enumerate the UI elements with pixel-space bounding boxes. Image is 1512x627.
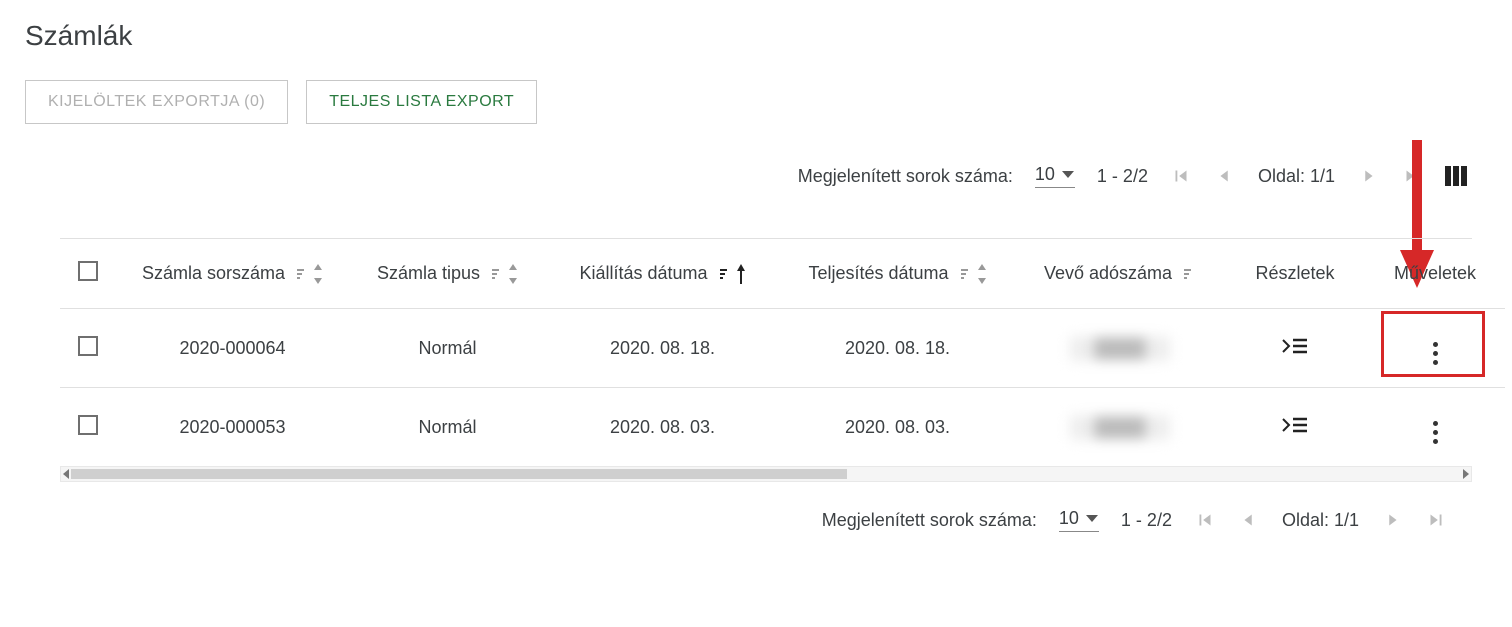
- col-header-details-label: Részletek: [1255, 263, 1334, 283]
- scroll-left-icon: [63, 469, 69, 479]
- details-button[interactable]: [1282, 336, 1308, 356]
- rows-per-page-value: 10: [1059, 508, 1079, 529]
- page-indicator: Oldal: 1/1: [1282, 510, 1359, 531]
- cell-fulfil-date: 2020. 08. 03.: [780, 388, 1015, 467]
- rows-range: 1 - 2/2: [1097, 166, 1148, 187]
- sort-icon: [295, 264, 323, 284]
- cell-number: 2020-000064: [115, 309, 350, 388]
- scroll-thumb[interactable]: [71, 469, 847, 479]
- col-header-actions-label: Műveletek: [1394, 263, 1476, 283]
- row-checkbox[interactable]: [78, 415, 98, 435]
- next-page-button[interactable]: [1357, 165, 1379, 187]
- horizontal-scrollbar[interactable]: [60, 466, 1472, 482]
- cell-number: 2020-000053: [115, 388, 350, 467]
- first-page-button[interactable]: [1170, 165, 1192, 187]
- dropdown-icon: [1085, 514, 1099, 524]
- sort-icon: [1182, 265, 1196, 283]
- row-actions-button[interactable]: [1433, 342, 1438, 365]
- cell-fulfil-date: 2020. 08. 18.: [780, 309, 1015, 388]
- col-header-number[interactable]: Számla sorszáma: [115, 239, 350, 309]
- prev-page-button[interactable]: [1238, 509, 1260, 531]
- cell-buyer-tax: ████: [1070, 415, 1169, 440]
- rows-per-page-value: 10: [1035, 164, 1055, 185]
- col-header-actions: Műveletek: [1365, 239, 1505, 309]
- scroll-right-icon: [1463, 469, 1469, 479]
- table-row: 2020-000064 Normál 2020. 08. 18. 2020. 0…: [60, 309, 1505, 388]
- rows-range: 1 - 2/2: [1121, 510, 1172, 531]
- col-header-fulfil-date[interactable]: Teljesítés dátuma: [780, 239, 1015, 309]
- column-chooser-button[interactable]: [1445, 166, 1467, 186]
- sort-icon: [718, 264, 746, 284]
- last-page-button[interactable]: [1425, 509, 1447, 531]
- details-button[interactable]: [1282, 415, 1308, 435]
- col-header-issue-date-label: Kiállítás dátuma: [579, 263, 707, 284]
- cell-issue-date: 2020. 08. 03.: [545, 388, 780, 467]
- col-header-buyer-tax-label: Vevő adószáma: [1044, 263, 1172, 284]
- col-header-details: Részletek: [1225, 239, 1365, 309]
- col-header-type-label: Számla tipus: [377, 263, 480, 284]
- invoices-table: Számla sorszáma Számla tipus Kiállítás d…: [60, 239, 1505, 466]
- rows-per-page-label: Megjelenített sorok száma:: [822, 510, 1037, 531]
- export-all-button[interactable]: TELJES LISTA EXPORT: [306, 80, 537, 124]
- row-checkbox[interactable]: [78, 336, 98, 356]
- page-indicator: Oldal: 1/1: [1258, 166, 1335, 187]
- col-header-fulfil-date-label: Teljesítés dátuma: [808, 263, 948, 284]
- export-selected-button: KIJELÖLTEK EXPORTJA (0): [25, 80, 288, 124]
- next-page-button[interactable]: [1381, 509, 1403, 531]
- last-page-button[interactable]: [1401, 165, 1423, 187]
- rows-per-page-select[interactable]: 10: [1059, 508, 1099, 532]
- page-title: Számlák: [25, 20, 1487, 52]
- prev-page-button[interactable]: [1214, 165, 1236, 187]
- col-header-buyer-tax[interactable]: Vevő adószáma: [1015, 239, 1225, 309]
- col-header-type[interactable]: Számla tipus: [350, 239, 545, 309]
- row-actions-button[interactable]: [1433, 421, 1438, 444]
- dropdown-icon: [1061, 170, 1075, 180]
- cell-buyer-tax: ████: [1070, 336, 1169, 361]
- rows-per-page-select[interactable]: 10: [1035, 164, 1075, 188]
- sort-icon: [959, 264, 987, 284]
- first-page-button[interactable]: [1194, 509, 1216, 531]
- col-header-number-label: Számla sorszáma: [142, 263, 285, 284]
- rows-per-page-label: Megjelenített sorok száma:: [798, 166, 1013, 187]
- table-row: 2020-000053 Normál 2020. 08. 03. 2020. 0…: [60, 388, 1505, 467]
- cell-issue-date: 2020. 08. 18.: [545, 309, 780, 388]
- select-all-checkbox[interactable]: [78, 261, 98, 281]
- col-header-issue-date[interactable]: Kiállítás dátuma: [545, 239, 780, 309]
- cell-type: Normál: [350, 388, 545, 467]
- cell-type: Normál: [350, 309, 545, 388]
- sort-icon: [490, 264, 518, 284]
